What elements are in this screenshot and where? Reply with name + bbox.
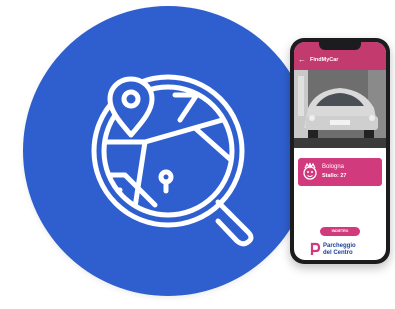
card-city: Bologna xyxy=(322,164,345,170)
app-title: FindMyCar xyxy=(310,57,339,63)
phone-notch xyxy=(319,42,361,50)
phone-screen: ← FindMyCar Bologna Stallo: 27 INDIETRO … xyxy=(294,42,386,260)
parking-logo-icon xyxy=(310,242,320,255)
brand-name-line1: Parcheggio xyxy=(323,243,356,249)
brand-name-line2: del Centro xyxy=(323,250,353,256)
mascot-icon xyxy=(303,162,317,180)
card-stall: Stallo: 27 xyxy=(322,173,347,179)
phone-mockup: ← FindMyCar Bologna Stallo: 27 INDIETRO … xyxy=(290,38,390,264)
parking-card[interactable]: Bologna Stallo: 27 xyxy=(298,158,382,186)
hero-image: ← FindMyCar Bologna Stallo: 27 INDIETRO … xyxy=(0,0,395,309)
back-arrow-icon[interactable]: ← xyxy=(298,56,306,64)
car-photo xyxy=(294,70,386,148)
back-button[interactable]: INDIETRO xyxy=(320,227,360,236)
